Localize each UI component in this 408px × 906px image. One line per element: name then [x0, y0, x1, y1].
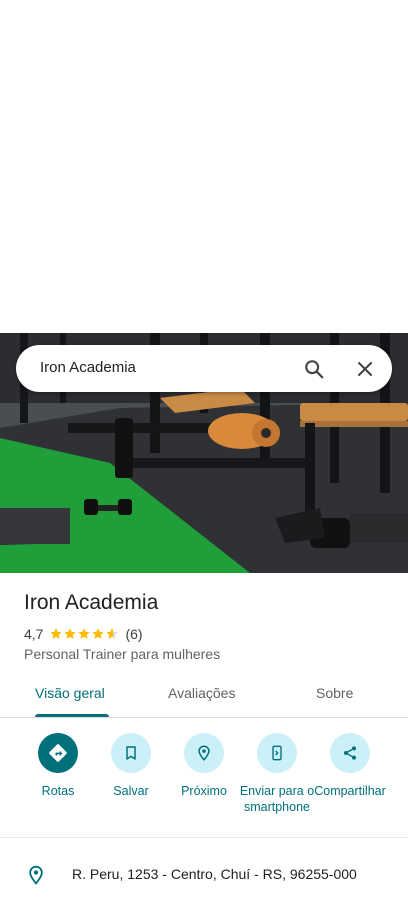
share-icon: [330, 733, 370, 773]
tab-about[interactable]: Sobre: [316, 685, 353, 701]
rating-stars: [49, 627, 119, 641]
address-text: R. Peru, 1253 - Centro, Chuí - RS, 96255…: [72, 866, 357, 882]
save-button[interactable]: Salvar: [91, 730, 171, 799]
star-icon: [64, 628, 77, 639]
directions-icon: [38, 733, 78, 773]
save-label: Salvar: [113, 784, 149, 798]
nearby-label: Próximo: [181, 784, 227, 798]
action-buttons: Rotas Salvar Próximo Enviar para o smart…: [0, 730, 408, 838]
star-icon: [78, 628, 91, 639]
send-to-phone-label: Enviar para o smartphone: [239, 784, 315, 814]
search-input[interactable]: Iron Academia: [40, 359, 136, 376]
share-label: Compartilhar: [314, 784, 386, 798]
place-title: Iron Academia: [24, 591, 159, 614]
close-icon[interactable]: [353, 357, 377, 381]
send-to-phone-button[interactable]: Enviar para o smartphone: [237, 730, 317, 815]
next-row-icon: [30, 900, 38, 906]
bookmark-icon: [111, 733, 151, 773]
reviews-count[interactable]: (6): [125, 626, 142, 642]
star-icon: [50, 628, 63, 639]
map-blank-area: [0, 0, 408, 333]
search-icon[interactable]: [302, 357, 326, 381]
nearby-icon: [184, 733, 224, 773]
tab-reviews[interactable]: Avaliações: [168, 685, 235, 701]
directions-button[interactable]: Rotas: [18, 730, 98, 799]
rating-row[interactable]: 4,7 (6): [24, 625, 143, 643]
send-to-phone-icon: [257, 733, 297, 773]
location-pin-icon: [26, 864, 46, 891]
search-bar[interactable]: Iron Academia: [16, 345, 392, 392]
directions-label: Rotas: [41, 784, 75, 798]
share-button[interactable]: Compartilhar: [310, 730, 390, 799]
tab-bar: Visão geral Avaliações Sobre: [0, 676, 408, 718]
nearby-button[interactable]: Próximo: [164, 730, 244, 799]
tab-overview[interactable]: Visão geral: [35, 685, 105, 701]
place-category[interactable]: Personal Trainer para mulheres: [24, 646, 220, 662]
star-icon: [92, 628, 105, 639]
half-star-icon: [106, 628, 119, 639]
address-row[interactable]: R. Peru, 1253 - Centro, Chuí - RS, 96255…: [0, 858, 408, 892]
rating-value: 4,7: [24, 626, 44, 642]
active-tab-indicator: [35, 714, 109, 717]
